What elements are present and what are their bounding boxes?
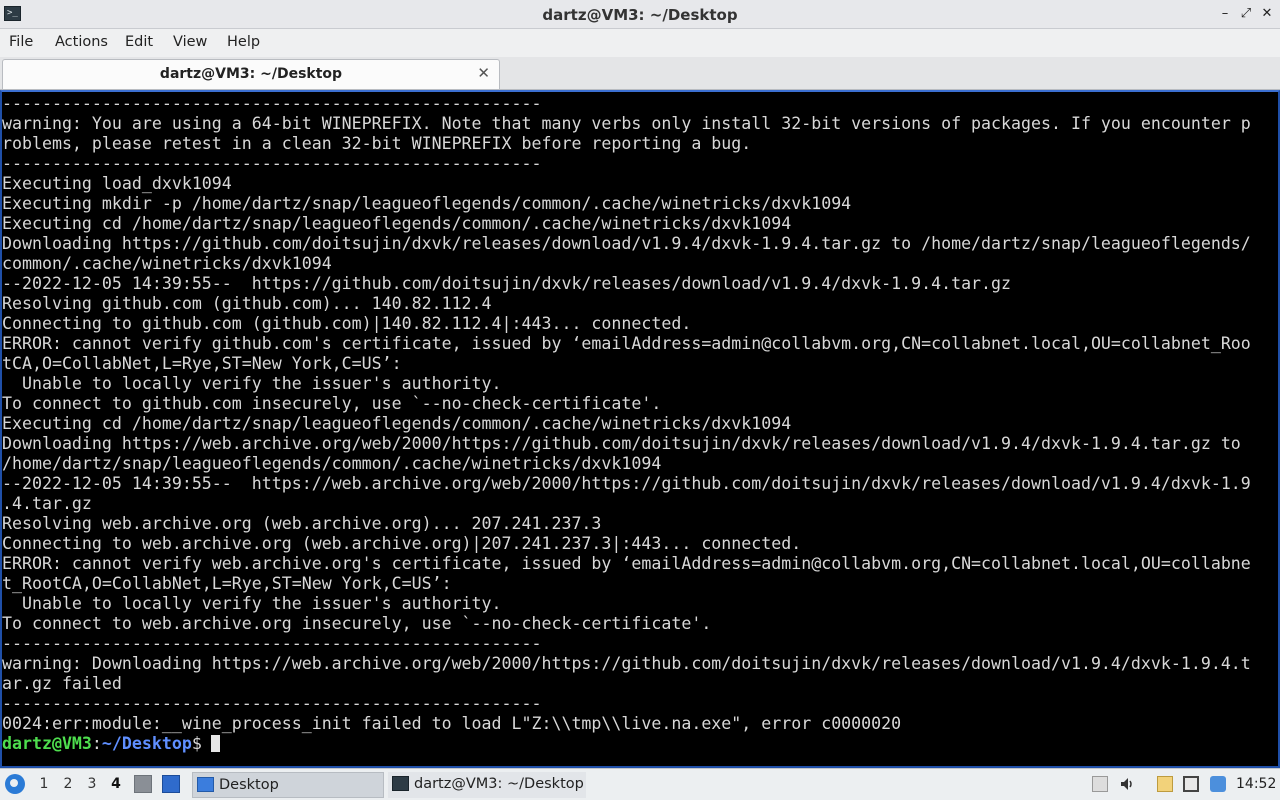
show-desktop-icon[interactable] <box>162 775 180 793</box>
terminal-line: Unable to locally verify the issuer's au… <box>2 374 502 393</box>
tab-bar: dartz@VM3: ~/Desktop ✕ <box>0 57 1280 90</box>
workspace-1[interactable]: 1 <box>35 776 53 796</box>
display-icon[interactable] <box>1183 776 1199 792</box>
menu-file[interactable]: File <box>9 34 33 50</box>
desktop-folder-icon <box>197 777 214 792</box>
terminal-icon <box>392 776 409 791</box>
terminal-line: Connecting to github.com (github.com)|14… <box>2 314 692 333</box>
start-menu-icon[interactable] <box>5 774 25 794</box>
prompt-separator: : <box>91 734 102 753</box>
desktop-screen: >_ dartz@VM3: ~/Desktop – ⤢ ✕ File Actio… <box>0 0 1280 800</box>
terminal-line: ----------------------------------------… <box>2 154 542 173</box>
terminal-line: Downloading https://github.com/doitsujin… <box>2 234 1251 253</box>
terminal-line: /home/dartz/snap/leagueoflegends/common/… <box>2 454 662 473</box>
terminal-line: 0024:err:module:__wine_process_init fail… <box>2 714 902 733</box>
task-terminal-label: dartz@VM3: ~/Desktop <box>414 776 584 792</box>
terminal-line: To connect to web.archive.org insecurely… <box>2 614 712 633</box>
terminal-view[interactable]: ----------------------------------------… <box>0 90 1280 768</box>
window-titlebar[interactable]: >_ dartz@VM3: ~/Desktop – ⤢ ✕ <box>0 0 1280 29</box>
clipboard-icon[interactable] <box>1157 776 1173 792</box>
text-cursor <box>210 735 220 752</box>
task-desktop[interactable]: Desktop <box>192 772 384 798</box>
terminal-line: ar.gz failed <box>2 674 122 693</box>
task-desktop-label: Desktop <box>219 777 279 793</box>
terminal-line: warning: Downloading https://web.archive… <box>2 654 1251 673</box>
workspace-2[interactable]: 2 <box>59 776 77 796</box>
terminal-line: --2022-12-05 14:39:55-- https://web.arch… <box>2 474 1251 493</box>
menu-view[interactable]: View <box>173 34 207 50</box>
terminal-line: tCA,O=CollabNet,L=Rye,ST=New York,C=US’: <box>2 354 402 373</box>
terminal-line: common/.cache/winetricks/dxvk1094 <box>2 254 332 273</box>
volume-icon[interactable] <box>1119 776 1135 792</box>
clock[interactable]: 14:52 <box>1236 776 1276 792</box>
terminal-line: Connecting to web.archive.org (web.archi… <box>2 534 802 553</box>
terminal-line: Resolving github.com (github.com)... 140… <box>2 294 492 313</box>
terminal-line: .4.tar.gz <box>2 494 92 513</box>
task-terminal[interactable]: dartz@VM3: ~/Desktop <box>388 772 586 798</box>
maximize-button[interactable]: ⤢ <box>1237 5 1255 23</box>
shell-prompt[interactable]: dartz@VM3:~/Desktop$ <box>2 734 1278 754</box>
menu-actions[interactable]: Actions <box>55 34 108 50</box>
terminal-line: Executing load_dxvk1094 <box>2 174 232 193</box>
terminal-line: Resolving web.archive.org (web.archive.o… <box>2 514 602 533</box>
prompt-symbol: $ <box>191 734 202 753</box>
terminal-line: ----------------------------------------… <box>2 634 542 653</box>
tab-close-icon[interactable]: ✕ <box>477 64 490 82</box>
terminal-line: To connect to github.com insecurely, use… <box>2 394 662 413</box>
prompt-path: ~/Desktop <box>101 734 192 753</box>
menubar: File Actions Edit View Help <box>0 29 1280 57</box>
terminal-line: warning: You are using a 64-bit WINEPREF… <box>2 114 1251 133</box>
terminal-line: Executing cd /home/dartz/snap/leagueofle… <box>2 214 792 233</box>
terminal-line: Executing cd /home/dartz/snap/leagueofle… <box>2 414 792 433</box>
terminal-line: ----------------------------------------… <box>2 94 542 113</box>
menu-edit[interactable]: Edit <box>125 34 153 50</box>
file-manager-icon[interactable] <box>134 775 152 793</box>
window-title: dartz@VM3: ~/Desktop <box>542 6 738 24</box>
terminal-line: Executing mkdir -p /home/dartz/snap/leag… <box>2 194 852 213</box>
terminal-line: --2022-12-05 14:39:55-- https://github.c… <box>2 274 1012 293</box>
prompt-user-host: dartz@VM3 <box>2 734 92 753</box>
terminal-line: Downloading https://web.archive.org/web/… <box>2 434 1241 453</box>
terminal-line: ----------------------------------------… <box>2 694 542 713</box>
tab-label: dartz@VM3: ~/Desktop <box>159 66 343 82</box>
minimize-button[interactable]: – <box>1216 5 1234 23</box>
terminal-line: roblems, please retest in a clean 32-bit… <box>2 134 752 153</box>
workspace-3[interactable]: 3 <box>83 776 101 796</box>
network-icon[interactable] <box>1210 776 1226 792</box>
menu-help[interactable]: Help <box>227 34 260 50</box>
tray-expand-icon[interactable] <box>1092 776 1108 792</box>
terminal-line: Unable to locally verify the issuer's au… <box>2 594 502 613</box>
workspace-4[interactable]: 4 <box>107 776 125 796</box>
close-button[interactable]: ✕ <box>1258 5 1276 23</box>
taskbar: 1 2 3 4 Desktop dartz@VM3: ~/Desktop 14:… <box>0 768 1280 800</box>
terminal-output: ----------------------------------------… <box>2 94 1278 754</box>
tab-terminal[interactable]: dartz@VM3: ~/Desktop ✕ <box>2 59 500 89</box>
terminal-line: t_RootCA,O=CollabNet,L=Rye,ST=New York,C… <box>2 574 452 593</box>
terminal-line: ERROR: cannot verify web.archive.org's c… <box>2 554 1251 573</box>
terminal-line: ERROR: cannot verify github.com's certif… <box>2 334 1251 353</box>
